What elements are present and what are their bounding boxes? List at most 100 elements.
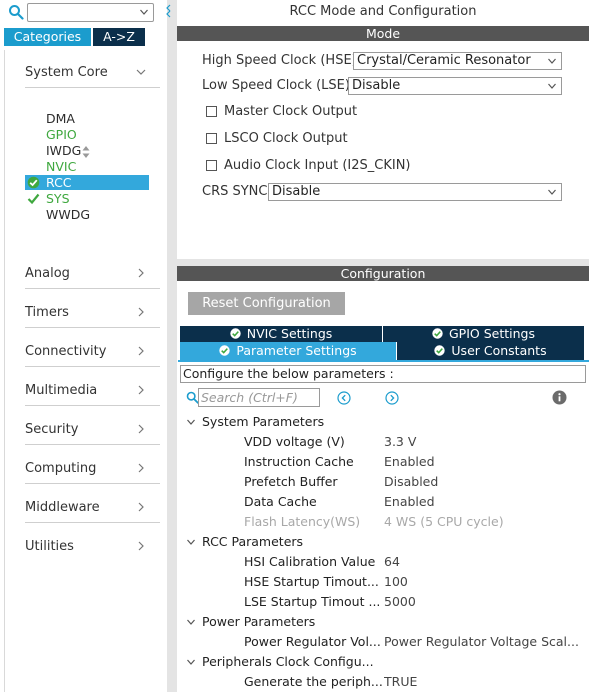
- tab-user-constants[interactable]: User Constants: [397, 342, 584, 360]
- lse-select[interactable]: Disable: [348, 77, 562, 95]
- checkbox-box[interactable]: [206, 160, 217, 171]
- search-icon[interactable]: [8, 4, 24, 20]
- parameter-value[interactable]: Power Regulator Voltage Scal...: [384, 632, 584, 652]
- tab-categories[interactable]: Categories: [4, 28, 91, 46]
- peripheral-item-dma[interactable]: DMA: [25, 111, 149, 126]
- chevron-right-icon: [138, 502, 144, 512]
- parameter-value[interactable]: TRUE: [384, 672, 584, 692]
- parameter-row[interactable]: HSE Startup Timout... 100: [178, 572, 589, 592]
- category-utilities[interactable]: Utilities: [25, 532, 160, 562]
- crs-sync-label: CRS SYNC: [202, 184, 268, 199]
- chevron-down-icon[interactable]: [186, 657, 196, 667]
- peripheral-label: NVIC: [46, 159, 77, 174]
- hse-value: Crystal/Ceramic Resonator: [357, 53, 531, 68]
- tab-parameter-settings[interactable]: Parameter Settings: [180, 342, 396, 360]
- parameter-row[interactable]: VDD voltage (V) 3.3 V: [178, 432, 589, 452]
- parameter-value[interactable]: Enabled: [384, 452, 584, 472]
- tab-a-to-z[interactable]: A->Z: [93, 28, 145, 46]
- parameter-value[interactable]: 64: [384, 552, 584, 572]
- peripheral-item-iwdg[interactable]: IWDG: [25, 143, 149, 158]
- parameter-name: LSE Startup Timout ...: [244, 594, 381, 609]
- section-splitter[interactable]: [177, 259, 589, 266]
- tree-group-peripherals-clock-configuration[interactable]: Peripherals Clock Configu...: [178, 652, 589, 672]
- category-analog[interactable]: Analog: [25, 259, 160, 289]
- checkbox-label: Master Clock Output: [224, 104, 358, 119]
- collapse-panel-icon[interactable]: [164, 4, 174, 18]
- chevron-down-icon[interactable]: [186, 417, 196, 427]
- peripheral-item-sys[interactable]: SYS: [25, 191, 149, 206]
- category-middleware[interactable]: Middleware: [25, 493, 160, 523]
- parameter-row[interactable]: HSI Calibration Value 64: [178, 552, 589, 572]
- parameter-value[interactable]: Enabled: [384, 492, 584, 512]
- chevron-right-icon: [138, 385, 144, 395]
- warning-check-icon: [27, 176, 40, 189]
- checkbox-label: Audio Clock Input (I2S_CKIN): [224, 158, 411, 173]
- category-connectivity[interactable]: Connectivity: [25, 337, 160, 367]
- categories-panel: Categories A->Z System Core DMA GPIO IWD…: [0, 0, 167, 692]
- page-title: RCC Mode and Configuration: [289, 4, 477, 19]
- chevron-down-icon[interactable]: [186, 537, 196, 547]
- parameter-value[interactable]: 3.3 V: [384, 432, 584, 452]
- tab-label: User Constants: [451, 343, 547, 358]
- parameter-name: Prefetch Buffer: [244, 474, 338, 489]
- parameter-search-input[interactable]: Search (Ctrl+F): [198, 388, 320, 407]
- previous-result-icon[interactable]: [337, 391, 351, 405]
- panel-splitter[interactable]: [167, 0, 177, 692]
- tab-nvic-settings[interactable]: NVIC Settings: [180, 326, 382, 342]
- hse-select[interactable]: Crystal/Ceramic Resonator: [353, 52, 562, 70]
- parameter-row[interactable]: Data Cache Enabled: [178, 492, 589, 512]
- tree-group-system-parameters[interactable]: System Parameters: [178, 412, 589, 432]
- peripheral-item-wwdg[interactable]: WWDG: [25, 207, 149, 222]
- chevron-down-icon: [548, 189, 556, 195]
- hse-label: High Speed Clock (HSE): [202, 53, 357, 68]
- category-security[interactable]: Security: [25, 415, 160, 445]
- checkbox-box[interactable]: [206, 133, 217, 144]
- parameter-row[interactable]: Power Regulator Vol... Power Regulator V…: [178, 632, 589, 652]
- category-label: Timers: [25, 305, 69, 320]
- category-list: System Core DMA GPIO IWDG NVIC RCC SYS W…: [4, 50, 164, 692]
- info-icon[interactable]: [552, 390, 567, 405]
- parameter-value[interactable]: 100: [384, 572, 584, 592]
- lse-label: Low Speed Clock (LSE): [202, 78, 350, 93]
- chevron-down-icon[interactable]: [186, 617, 196, 627]
- parameter-row: Flash Latency(WS) 4 WS (5 CPU cycle): [178, 512, 589, 532]
- chevron-down-icon: [548, 58, 556, 64]
- parameter-row[interactable]: Generate the periph... TRUE: [178, 672, 589, 692]
- peripheral-label: SYS: [46, 191, 70, 206]
- parameter-value[interactable]: Disabled: [384, 472, 584, 492]
- configuration-section-header: Configuration: [177, 266, 589, 281]
- peripheral-label: IWDG: [46, 143, 82, 158]
- category-timers[interactable]: Timers: [25, 298, 160, 328]
- rcc-configuration-panel: RCC Mode and Configuration Mode High Spe…: [177, 0, 589, 692]
- tab-label: Parameter Settings: [236, 343, 357, 358]
- peripheral-item-gpio[interactable]: GPIO: [25, 127, 149, 142]
- parameter-name: Instruction Cache: [244, 454, 354, 469]
- parameter-row[interactable]: Prefetch Buffer Disabled: [178, 472, 589, 492]
- checkbox-label: LSCO Clock Output: [224, 131, 348, 146]
- group-label: System Parameters: [202, 414, 325, 429]
- parameter-row[interactable]: LSE Startup Timout ... 5000: [178, 592, 589, 612]
- parameter-name: VDD voltage (V): [244, 434, 345, 449]
- category-label: Middleware: [25, 500, 100, 515]
- category-system-core[interactable]: System Core: [25, 58, 160, 88]
- category-multimedia[interactable]: Multimedia: [25, 376, 160, 406]
- tree-group-rcc-parameters[interactable]: RCC Parameters: [178, 532, 589, 552]
- tab-gpio-settings[interactable]: GPIO Settings: [383, 326, 584, 342]
- parameter-row[interactable]: Instruction Cache Enabled: [178, 452, 589, 472]
- peripheral-item-nvic[interactable]: NVIC: [25, 159, 149, 174]
- check-icon: [27, 193, 40, 205]
- parameters-hint: Configure the below parameters :: [180, 365, 586, 383]
- reset-configuration-button[interactable]: Reset Configuration: [188, 292, 345, 315]
- checkbox-box[interactable]: [206, 106, 217, 117]
- parameter-settings-pane: Configure the below parameters : Search …: [178, 360, 589, 692]
- category-search-combo[interactable]: [27, 3, 154, 22]
- lse-value: Disable: [352, 78, 401, 93]
- peripheral-item-rcc[interactable]: RCC: [25, 175, 149, 190]
- chevron-right-icon: [138, 424, 144, 434]
- next-result-icon[interactable]: [385, 391, 399, 405]
- tree-group-power-parameters[interactable]: Power Parameters: [178, 612, 589, 632]
- parameter-value[interactable]: 5000: [384, 592, 584, 612]
- category-computing[interactable]: Computing: [25, 454, 160, 484]
- chevron-down-icon[interactable]: [139, 7, 149, 17]
- crs-sync-select[interactable]: Disable: [268, 183, 562, 201]
